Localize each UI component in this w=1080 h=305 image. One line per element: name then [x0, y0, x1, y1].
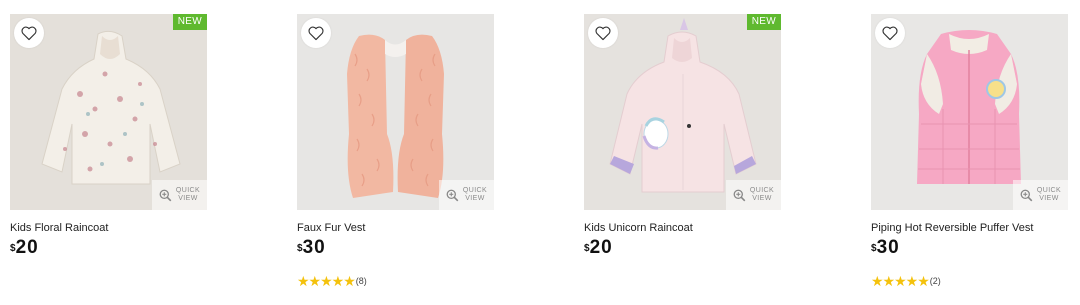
- heart-outline-icon: [882, 26, 898, 41]
- star-rating-icons: ★★★★★: [297, 273, 356, 289]
- product-card[interactable]: QUICK VIEW Faux Fur Vest $30 ★★★★★ (8): [297, 14, 494, 288]
- heart-outline-icon: [21, 26, 37, 41]
- new-badge: NEW: [172, 14, 207, 30]
- product-rating[interactable]: ★★★★★ (2): [871, 274, 1068, 288]
- review-count: (8): [355, 276, 367, 286]
- product-name[interactable]: Piping Hot Reversible Puffer Vest: [871, 222, 1068, 235]
- product-image[interactable]: QUICK VIEW: [297, 14, 494, 210]
- product-image[interactable]: QUICK VIEW: [871, 14, 1068, 210]
- product-name[interactable]: Kids Floral Raincoat: [10, 222, 207, 235]
- product-name[interactable]: Kids Unicorn Raincoat: [584, 222, 781, 235]
- quick-view-label: QUICK VIEW: [462, 187, 488, 202]
- favorite-button[interactable]: [875, 18, 905, 48]
- product-price: $20: [584, 237, 613, 258]
- product-card[interactable]: QUICK VIEW Piping Hot Reversible Puffer V…: [871, 14, 1068, 288]
- quick-view-button[interactable]: QUICK VIEW: [1013, 180, 1068, 210]
- quick-view-label: QUICK VIEW: [749, 187, 775, 202]
- product-price: $30: [297, 237, 326, 258]
- favorite-button[interactable]: [588, 18, 618, 48]
- quick-view-button[interactable]: QUICK VIEW: [439, 180, 494, 210]
- review-count: (2): [929, 276, 941, 286]
- product-price: $30: [871, 237, 900, 258]
- zoom-plus-icon: [159, 189, 172, 201]
- heart-outline-icon: [595, 26, 611, 41]
- product-image[interactable]: NEW QUICK VIEW: [584, 14, 781, 210]
- zoom-plus-icon: [446, 189, 459, 201]
- product-name[interactable]: Faux Fur Vest: [297, 222, 494, 235]
- zoom-plus-icon: [733, 189, 746, 201]
- quick-view-button[interactable]: QUICK VIEW: [152, 180, 207, 210]
- product-card[interactable]: NEW QUICK VIEW Kids Unicorn Raincoat $20: [584, 14, 781, 259]
- zoom-plus-icon: [1020, 189, 1033, 201]
- heart-outline-icon: [308, 26, 324, 41]
- product-price: $20: [10, 237, 39, 258]
- product-rating[interactable]: ★★★★★ (8): [297, 274, 494, 288]
- favorite-button[interactable]: [14, 18, 44, 48]
- favorite-button[interactable]: [301, 18, 331, 48]
- quick-view-label: QUICK VIEW: [1036, 187, 1062, 202]
- product-card[interactable]: NEW QUICK VIEW Kids Floral Raincoat $20: [10, 14, 207, 259]
- new-badge: NEW: [746, 14, 781, 30]
- quick-view-button[interactable]: QUICK VIEW: [726, 180, 781, 210]
- product-image[interactable]: NEW QUICK VIEW: [10, 14, 207, 210]
- quick-view-label: QUICK VIEW: [175, 187, 201, 202]
- star-rating-icons: ★★★★★: [871, 273, 930, 289]
